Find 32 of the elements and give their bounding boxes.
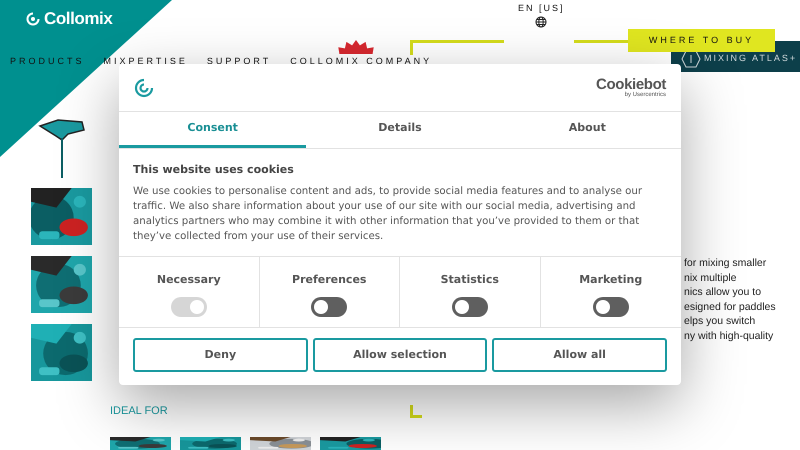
description-text: elps you switch: [684, 314, 756, 328]
language-selector[interactable]: EN [US]: [518, 2, 565, 16]
dialog-button[interactable]: Allow selection: [312, 338, 488, 372]
corner-frame: [410, 405, 422, 418]
section-heading: IDEAL FOR: [110, 404, 168, 419]
description-text: esigned for paddles: [684, 300, 776, 314]
brand-logo[interactable]: Collomix: [44, 6, 112, 32]
dialog-tab[interactable]: Consent: [119, 112, 306, 148]
mixer-tool-icon: [38, 118, 86, 178]
dialog-button[interactable]: Deny: [133, 338, 308, 372]
dialog-tab[interactable]: Details: [306, 112, 494, 148]
toggle-switch[interactable]: [592, 296, 629, 316]
dialog-title: This website uses cookies: [133, 162, 295, 178]
description-text: ny with high-quality: [684, 328, 774, 343]
logo-icon: [26, 12, 40, 26]
description-text: for mixing smaller: [684, 256, 768, 270]
toggle-switch[interactable]: [311, 296, 348, 316]
category-label: Preferences: [292, 272, 366, 288]
nav-link[interactable]: PRODUCTS: [10, 55, 85, 68]
toggle-switch[interactable]: [452, 296, 488, 316]
dialog-button[interactable]: Allow all: [492, 338, 668, 372]
logo-icon: [134, 78, 154, 98]
where-to-buy-button[interactable]: WHERE TO BUY: [628, 29, 775, 52]
category-label: Statistics: [440, 272, 499, 288]
dialog-tab[interactable]: About: [494, 112, 681, 148]
description-text: nix multiple: [684, 270, 738, 285]
hexagon-icon: [681, 50, 701, 68]
category-label: Necessary: [156, 272, 221, 288]
dialog-body-text: We use cookies to personalise content and ads, to provide social media features and to analyse our traffic. We also share information about your use of our site with our social media, advertising and analytics partners who may combine it with other information that you’ve provided to them or that they’ve collected from your use of their services.: [133, 184, 644, 244]
description-text: nics allow you to: [684, 285, 762, 300]
category-label: Marketing: [579, 272, 642, 288]
globe-icon[interactable]: [535, 16, 548, 28]
